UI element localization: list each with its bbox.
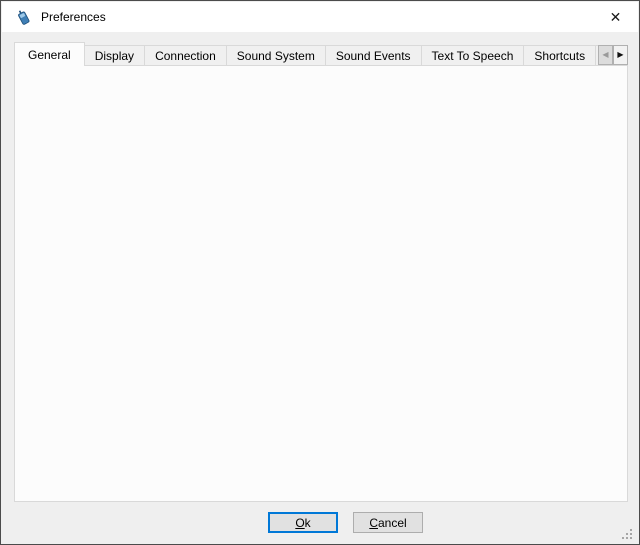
tab-shortcuts[interactable]: Shortcuts bbox=[523, 45, 596, 65]
tab-text-to-speech[interactable]: Text To Speech bbox=[421, 45, 525, 65]
tab-scroll-right-button[interactable]: ▶ bbox=[613, 45, 628, 65]
cancel-button[interactable]: Cancel bbox=[353, 512, 423, 533]
tab-sound-system[interactable]: Sound System bbox=[226, 45, 326, 65]
tab-general[interactable]: General bbox=[14, 42, 85, 66]
general-tab-panel bbox=[14, 65, 628, 502]
titlebar[interactable]: Preferences ✕ bbox=[2, 2, 638, 32]
resize-grip-icon[interactable] bbox=[620, 527, 633, 540]
tab-display[interactable]: Display bbox=[84, 45, 145, 65]
ok-button[interactable]: Ok bbox=[268, 512, 338, 533]
app-icon bbox=[15, 9, 32, 26]
tab-connection[interactable]: Connection bbox=[144, 45, 227, 65]
preferences-dialog: Preferences ✕ General Display Connection… bbox=[0, 0, 640, 545]
tab-scroll-left-icon: ◀ bbox=[602, 51, 608, 59]
tab-sound-events[interactable]: Sound Events bbox=[325, 45, 422, 65]
tab-bar: General Display Connection Sound System … bbox=[14, 42, 628, 66]
close-icon: ✕ bbox=[610, 9, 622, 26]
window-title: Preferences bbox=[41, 10, 106, 24]
tab-scroll-left-button[interactable]: ◀ bbox=[598, 45, 613, 65]
close-button[interactable]: ✕ bbox=[593, 2, 638, 32]
tab-scroll-right-icon: ▶ bbox=[617, 51, 623, 59]
